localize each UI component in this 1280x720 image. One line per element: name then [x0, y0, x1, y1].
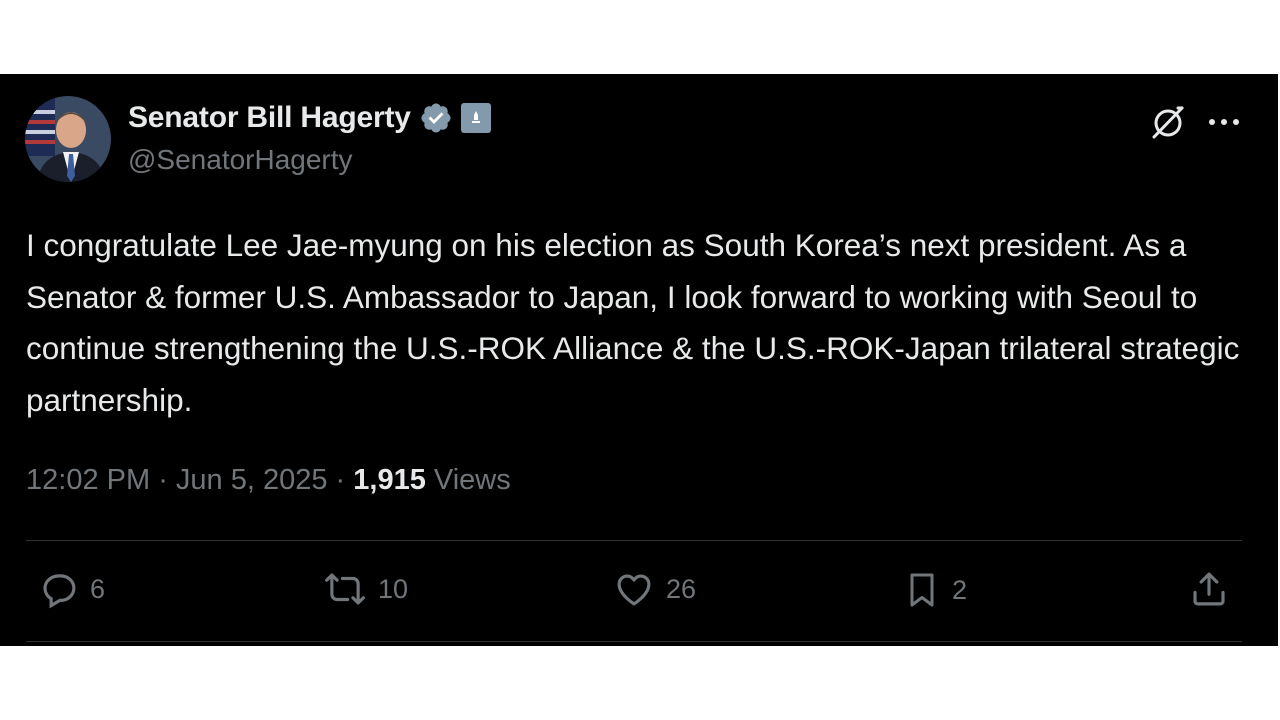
author-display-name[interactable]: Senator Bill Hagerty	[128, 101, 411, 135]
tweet-top-actions	[1148, 102, 1242, 142]
meta-separator: ·	[150, 464, 176, 496]
reply-count: 6	[90, 573, 106, 604]
grok-icon[interactable]	[1148, 102, 1188, 142]
repost-count: 10	[378, 573, 409, 604]
divider	[26, 641, 1242, 642]
tweet-action-bar: 6 10 26 2	[0, 554, 1278, 626]
like-count: 26	[666, 573, 697, 604]
tweet-card: Senator Bill Hagerty @SenatorHagerty I c…	[0, 74, 1278, 646]
like-icon	[617, 574, 651, 606]
meta-separator: ·	[327, 464, 354, 496]
tweet-date[interactable]: Jun 5, 2025	[176, 464, 328, 496]
like-button[interactable]: 26	[612, 568, 696, 610]
divider	[26, 540, 1242, 541]
share-icon	[1193, 572, 1225, 606]
bookmark-button[interactable]: 2	[902, 568, 967, 612]
tweet-meta: 12:02 PM · Jun 5, 2025 · 1,915 Views	[26, 464, 511, 497]
author-handle[interactable]: @SenatorHagerty	[128, 144, 353, 176]
reply-button[interactable]: 6	[38, 568, 105, 610]
verified-badge-icon	[421, 103, 451, 133]
avatar[interactable]	[25, 96, 111, 182]
tweet-text: I congratulate Lee Jae-myung on his elec…	[26, 227, 1240, 418]
reply-icon	[43, 574, 76, 609]
share-button[interactable]	[1188, 568, 1230, 610]
author-name-row: Senator Bill Hagerty	[128, 100, 491, 136]
views-count[interactable]: 1,915	[353, 464, 426, 496]
more-icon[interactable]	[1206, 116, 1242, 128]
views-label: Views	[433, 464, 511, 496]
bookmark-icon	[910, 573, 934, 607]
repost-icon	[325, 573, 365, 605]
bookmark-count: 2	[952, 574, 968, 605]
government-badge-icon	[460, 103, 491, 133]
repost-button[interactable]: 10	[322, 568, 408, 610]
tweet-time[interactable]: 12:02 PM	[26, 464, 150, 496]
